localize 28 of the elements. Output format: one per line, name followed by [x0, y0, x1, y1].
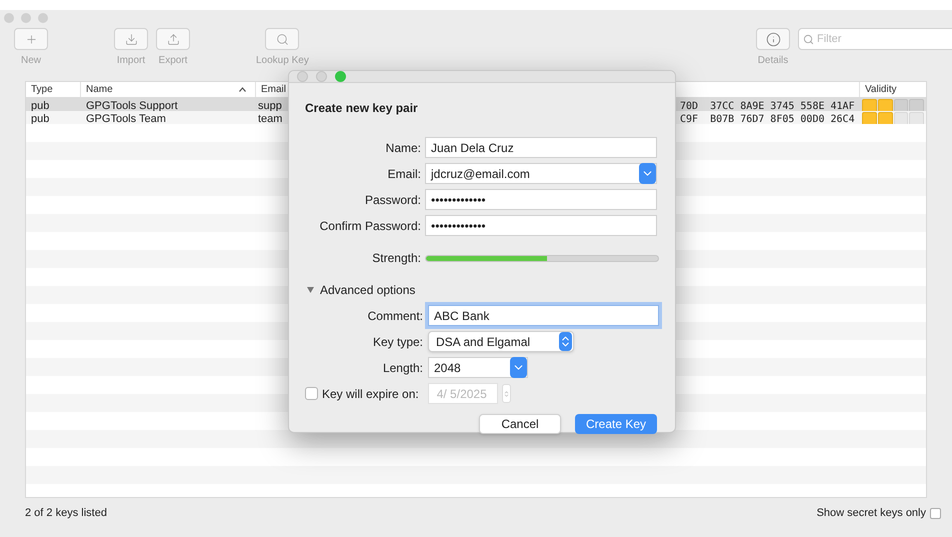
table-cell-text: supp	[257, 99, 283, 114]
filter-placeholder: Filter	[817, 32, 842, 47]
field-label: Password:	[364, 192, 421, 208]
toolbar-label: Lookup Key	[256, 54, 309, 68]
status-text: 2 of 2 keys listed	[25, 506, 107, 521]
table-cell-text: 70D 37CC 8A9E 3745 558E 41AF	[679, 100, 856, 114]
table-cell-text: C9F B07B 76D7 8F05 00D0 26C4	[679, 112, 856, 127]
field-label: Email:	[386, 166, 421, 182]
field-label: Strength:	[371, 250, 421, 267]
toolbar-label: Import	[116, 54, 146, 68]
field-label: Confirm Password:	[318, 218, 421, 234]
toolbar-label: Details	[758, 54, 788, 68]
table-cell-text: team	[257, 112, 284, 127]
field-value: 2048	[433, 360, 462, 376]
toolbar-label: Export	[158, 54, 188, 68]
checkbox-label: Show secret keys only	[816, 506, 926, 521]
table-cell-text: GPGTools Team	[85, 112, 167, 127]
field-label: Name:	[384, 140, 421, 156]
field-label: Comment:	[366, 308, 423, 324]
table-cell-text: pub	[30, 112, 50, 127]
field-label: Key type:	[372, 334, 423, 350]
field-value: jdcruz@email.com	[430, 166, 531, 182]
popup-value: DSA and Elgamal	[435, 334, 532, 350]
toolbar-label: New	[20, 54, 41, 68]
checkbox-label: Key will expire on:	[322, 386, 419, 402]
table-cell-text: pub	[30, 99, 50, 114]
field-label: Length:	[382, 360, 423, 376]
table-cell-text: GPGTools Support	[85, 99, 179, 114]
